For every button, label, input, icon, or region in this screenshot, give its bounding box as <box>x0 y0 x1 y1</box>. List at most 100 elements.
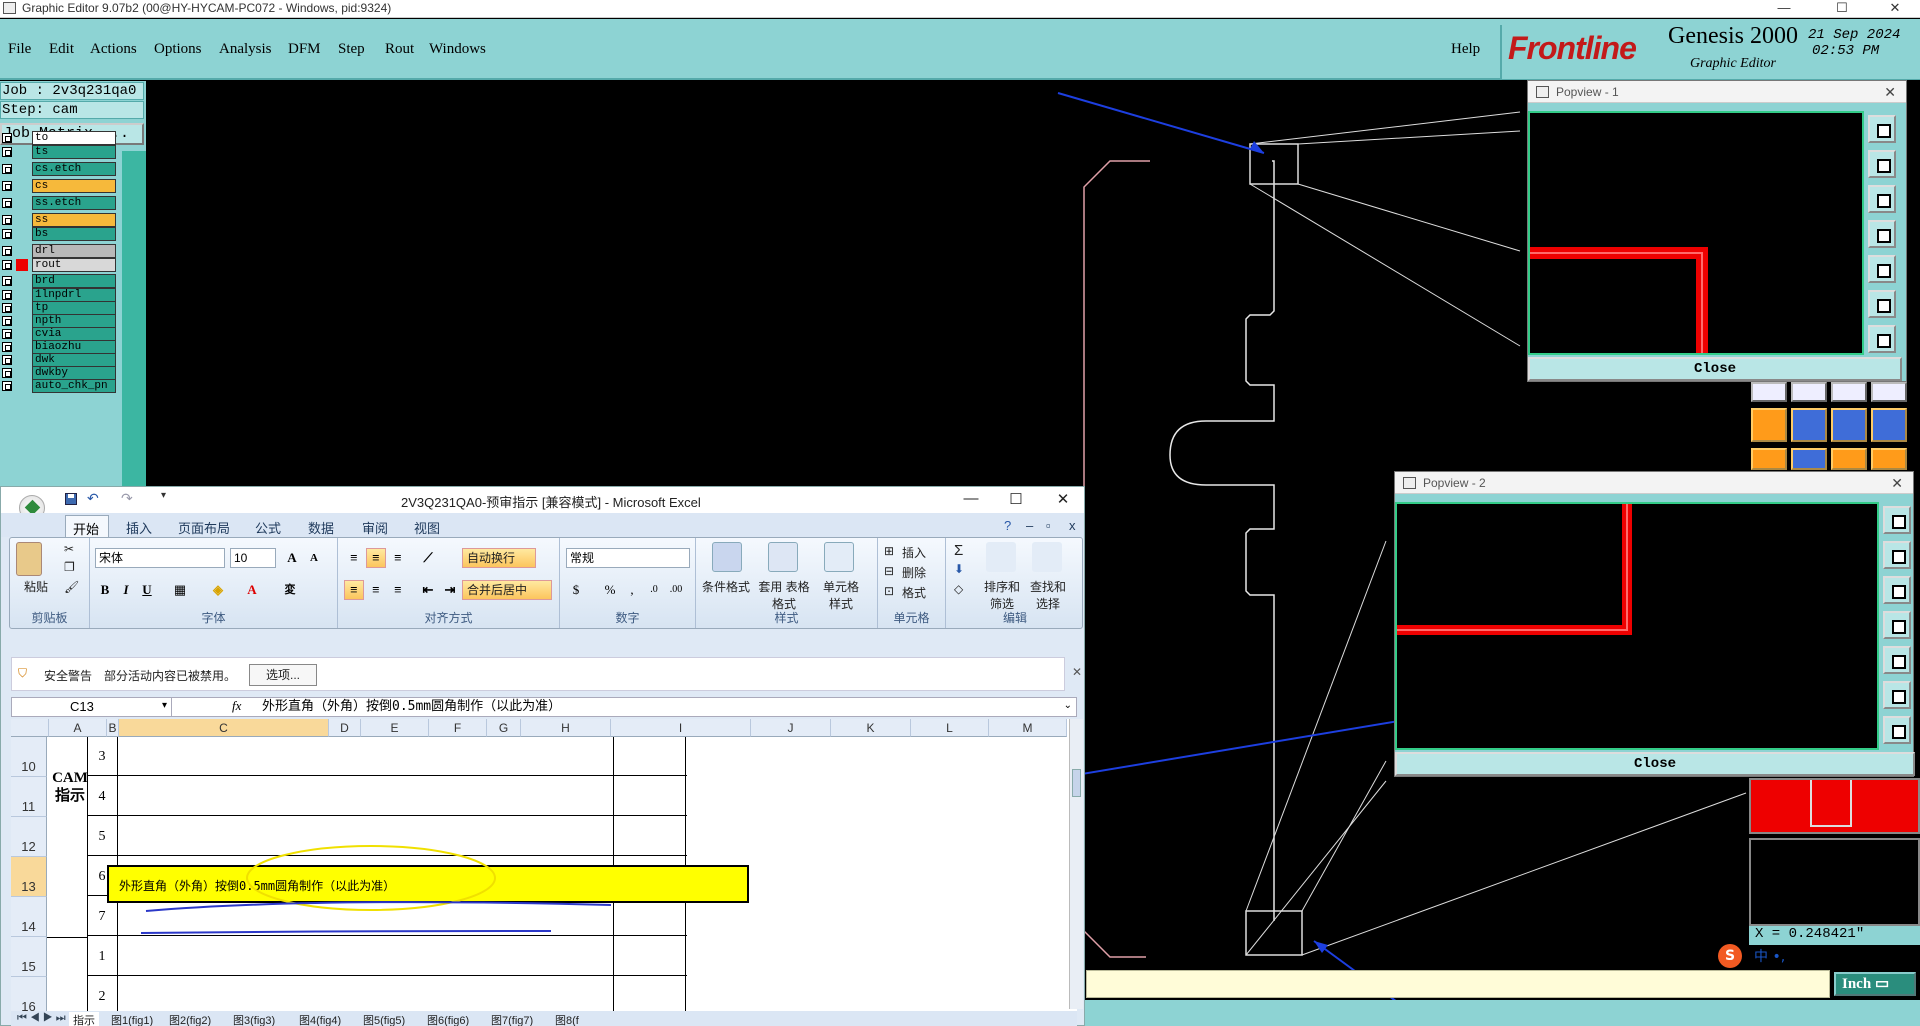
popview-2-close-button[interactable]: Close <box>1395 752 1915 776</box>
close-icon[interactable]: ✕ <box>1884 81 1896 103</box>
tab-review[interactable]: 审阅 <box>362 518 388 537</box>
layer-row-brd[interactable]: brd <box>0 274 118 288</box>
ribbon-close-icon[interactable]: x <box>1069 518 1076 533</box>
sheet-tab-4[interactable]: 图4(fig4) <box>299 1012 341 1026</box>
cell-b12[interactable]: 5 <box>87 829 117 845</box>
font-color-icon[interactable]: A <box>242 580 262 600</box>
close-icon[interactable]: ✕ <box>1875 0 1915 16</box>
cell-style-button[interactable]: 单元格 样式 <box>818 578 864 612</box>
tab-page-layout[interactable]: 页面布局 <box>178 518 230 537</box>
tool-triangle-2-icon[interactable] <box>1791 408 1827 442</box>
close-icon[interactable]: ✕ <box>1891 472 1903 494</box>
currency-icon[interactable]: $ <box>566 580 586 600</box>
units-button[interactable]: Inch ▭ <box>1834 972 1916 996</box>
layer-row-cvia[interactable]: cvia <box>0 327 118 341</box>
tool-pointer-4-icon[interactable] <box>1871 448 1907 470</box>
layer-checkbox[interactable] <box>2 181 12 191</box>
menu-actions[interactable]: Actions <box>90 41 137 58</box>
layer-row-bs[interactable]: bs <box>0 227 118 241</box>
layer-checkbox[interactable] <box>2 290 12 300</box>
layer-checkbox[interactable] <box>2 316 12 326</box>
tab-formulas[interactable]: 公式 <box>255 518 281 537</box>
increase-decimal-icon[interactable]: .0 <box>644 580 664 600</box>
cell-b16[interactable]: 2 <box>87 989 117 1005</box>
tool-triangle-3-icon[interactable] <box>1831 408 1867 442</box>
tab-data[interactable]: 数据 <box>308 518 334 537</box>
layer-row-1lnpdrl[interactable]: 1lnpdrl <box>0 288 118 302</box>
function-icon[interactable]: fx <box>232 698 241 714</box>
excel-titlebar[interactable]: ↶ ↷ ▾ 2V3Q231QA0-预审指示 [兼容模式] - Microsoft… <box>1 487 1084 521</box>
layer-row-ss-etch[interactable]: ss.etch <box>0 196 118 210</box>
number-format-select[interactable]: 常规 <box>566 548 690 568</box>
save-icon[interactable] <box>65 493 77 505</box>
popview-tool-6-icon[interactable] <box>1868 290 1896 318</box>
sheet-tab-7[interactable]: 图7(fig7) <box>491 1012 533 1026</box>
align-bottom-icon[interactable]: ≡ <box>388 548 408 568</box>
ribbon-minimize-icon[interactable]: – <box>1026 518 1033 533</box>
delete-cells-icon[interactable]: ⊟ <box>884 564 894 578</box>
tool-pointer-1-icon[interactable] <box>1751 448 1787 470</box>
menu-options[interactable]: Options <box>154 41 202 58</box>
tab-home[interactable]: 开始 <box>65 515 109 537</box>
tool-select-icon[interactable] <box>1751 382 1787 402</box>
font-grow-icon[interactable]: A <box>282 548 302 568</box>
merge-center-button[interactable]: 合并后居中 <box>462 580 552 600</box>
popview-tool-5-icon[interactable] <box>1868 255 1896 283</box>
delete-cells-button[interactable]: 删除 <box>902 564 926 581</box>
underline-icon[interactable]: U <box>137 580 157 600</box>
layer-checkbox[interactable] <box>2 260 12 270</box>
popview-tool-7-icon[interactable] <box>1868 325 1896 353</box>
sheet-tab-6[interactable]: 图6(fig6) <box>427 1012 469 1026</box>
layer-row-cs-etch[interactable]: cs.etch <box>0 162 118 176</box>
name-box[interactable]: C13 <box>12 698 172 716</box>
cut-icon[interactable]: ✂ <box>64 542 74 556</box>
minimize-icon[interactable]: — <box>1764 0 1804 15</box>
menu-windows[interactable]: Windows <box>429 41 486 58</box>
help-icon[interactable]: ? <box>1004 518 1011 533</box>
popview-tool-1-icon[interactable] <box>1868 115 1896 143</box>
overview-thumbnail[interactable] <box>1749 778 1920 834</box>
tool-triangle-1-icon[interactable] <box>1751 408 1787 442</box>
font-name-select[interactable]: 宋体 <box>95 548 225 568</box>
paste-button[interactable]: 粘贴 <box>24 578 48 595</box>
layer-checkbox[interactable] <box>2 381 12 391</box>
align-right-icon[interactable]: ≡ <box>388 580 408 600</box>
layer-row-drl[interactable]: drl <box>0 244 118 258</box>
layer-row-ts[interactable]: ts <box>0 145 118 159</box>
decrease-decimal-icon[interactable]: .00 <box>666 580 686 600</box>
popview-tool-6-icon[interactable] <box>1883 681 1911 709</box>
layer-row-biaozhu[interactable]: biaozhu <box>0 340 118 354</box>
popview-tool-4-icon[interactable] <box>1868 220 1896 248</box>
layer-checkbox[interactable] <box>2 355 12 365</box>
sort-filter-button[interactable]: 排序和 筛选 <box>982 578 1022 612</box>
popview-tool-5-icon[interactable] <box>1883 646 1911 674</box>
popview-tool-2-icon[interactable] <box>1883 541 1911 569</box>
conditional-format-icon[interactable] <box>712 542 742 572</box>
popview-tool-4-icon[interactable] <box>1883 611 1911 639</box>
indent-decrease-icon[interactable]: ⇤ <box>418 580 438 600</box>
ribbon-restore-icon[interactable]: ▫ <box>1046 518 1051 533</box>
cell-b14[interactable]: 7 <box>87 909 117 925</box>
maximize-icon[interactable]: ☐ <box>1002 490 1030 508</box>
close-icon[interactable]: ✕ <box>1072 665 1082 679</box>
font-size-select[interactable]: 10 <box>230 548 276 568</box>
insert-cells-button[interactable]: 插入 <box>902 544 926 561</box>
popview-tool-2-icon[interactable] <box>1868 150 1896 178</box>
bold-icon[interactable]: B <box>95 580 115 600</box>
layer-row-npth[interactable]: npth <box>0 314 118 328</box>
scroll-thumb[interactable] <box>1072 769 1081 797</box>
menu-analysis[interactable]: Analysis <box>219 41 272 58</box>
layer-checkbox[interactable] <box>2 276 12 286</box>
popview-tool-7-icon[interactable] <box>1883 716 1911 744</box>
formula-input[interactable]: 外形直角（外角）按倒0.5mm圆角制作（以此为准） <box>262 698 561 716</box>
layer-row-ss[interactable]: ss <box>0 213 118 227</box>
layer-checkbox[interactable] <box>2 164 12 174</box>
menu-dfm[interactable]: DFM <box>288 41 321 58</box>
align-middle-icon[interactable]: ≡ <box>366 548 386 568</box>
layer-row-cs[interactable]: cs <box>0 179 118 193</box>
layer-row-tp[interactable]: tp <box>0 301 118 315</box>
vertical-scrollbar[interactable] <box>1069 719 1083 1009</box>
popview-1-titlebar[interactable]: Popview - 1 ✕ <box>1528 81 1906 103</box>
tool-zoom-icon[interactable] <box>1871 382 1907 402</box>
layer-checkbox[interactable] <box>2 198 12 208</box>
